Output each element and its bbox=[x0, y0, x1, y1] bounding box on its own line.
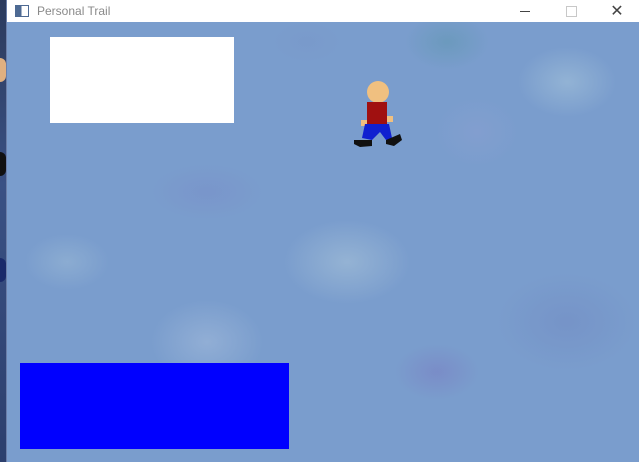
app-window-icon bbox=[15, 5, 29, 17]
player-left-shoe bbox=[354, 140, 372, 147]
close-icon: ✕ bbox=[610, 3, 624, 20]
game-canvas[interactable] bbox=[7, 22, 639, 462]
player-character bbox=[354, 81, 402, 147]
window-title: Personal Trail bbox=[37, 4, 111, 18]
player-right-hand bbox=[387, 116, 393, 122]
minimize-icon bbox=[520, 10, 530, 12]
title-bar[interactable]: Personal Trail ✕ bbox=[7, 0, 639, 22]
close-button[interactable]: ✕ bbox=[594, 0, 639, 22]
maximize-icon bbox=[565, 5, 577, 17]
blue-panel bbox=[20, 363, 289, 449]
player-pants bbox=[362, 124, 392, 140]
maximize-button[interactable] bbox=[548, 0, 594, 22]
player-shirt bbox=[367, 102, 387, 124]
game-window: Personal Trail ✕ bbox=[6, 0, 639, 462]
player-head bbox=[367, 81, 389, 103]
window-controls: ✕ bbox=[502, 0, 639, 22]
white-panel bbox=[50, 37, 234, 123]
minimize-button[interactable] bbox=[502, 0, 548, 22]
